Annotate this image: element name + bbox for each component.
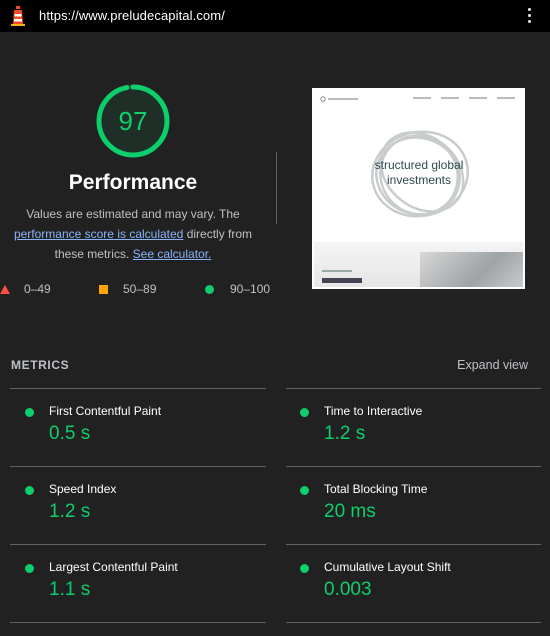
metric-value: 1.1 s: [49, 579, 91, 600]
site-headline-line-2: investments: [386, 173, 452, 187]
page-url[interactable]: https://www.preludecapital.com/: [39, 8, 225, 23]
pass-circle-icon: [25, 564, 34, 573]
site-headline: structured global investments: [354, 158, 484, 188]
metric-time-to-interactive: Time to Interactive 1.2 s: [300, 401, 540, 471]
divider: [286, 388, 541, 389]
performance-gauge: 97: [96, 84, 170, 158]
metric-value: 1.2 s: [49, 501, 91, 522]
legend-average: 50–89: [99, 282, 156, 296]
metric-cumulative-layout-shift: Cumulative Layout Shift 0.003: [300, 557, 540, 627]
site-logo-icon: [320, 96, 358, 102]
pass-circle-icon: [300, 564, 309, 573]
metric-total-blocking-time: Total Blocking Time 20 ms: [300, 479, 540, 549]
metrics-heading: METRICS: [11, 358, 70, 372]
site-caption: [322, 270, 352, 272]
pass-circle-icon: [25, 408, 34, 417]
divider: [10, 388, 266, 389]
metric-label: First Contentful Paint: [49, 404, 162, 418]
site-subheading: [322, 278, 362, 283]
site-photo: [420, 252, 523, 287]
metric-value: 1.2 s: [324, 423, 366, 444]
performance-score-link[interactable]: performance score is calculated: [14, 227, 183, 241]
legend-pass: 90–100: [205, 282, 270, 296]
top-bar: https://www.preludecapital.com/: [0, 0, 550, 32]
pass-circle-icon: [205, 284, 214, 294]
metric-value: 0.003: [324, 579, 372, 600]
pass-circle-icon: [25, 486, 34, 495]
legend-fail-range: 0–49: [24, 282, 51, 296]
category-title: Performance: [68, 171, 198, 194]
metric-label: Cumulative Layout Shift: [324, 560, 451, 574]
metric-speed-index: Speed Index 1.2 s: [25, 479, 265, 549]
score-description: Values are estimated and may vary. The p…: [4, 204, 262, 264]
metric-label: Speed Index: [49, 482, 117, 496]
metric-label: Largest Contentful Paint: [49, 560, 178, 574]
legend-average-range: 50–89: [123, 282, 157, 296]
expand-view-toggle[interactable]: Expand view: [457, 358, 528, 372]
kebab-menu-icon[interactable]: [526, 8, 532, 26]
metric-label: Time to Interactive: [324, 404, 423, 418]
vertical-divider: [276, 152, 277, 224]
description-text-1: Values are estimated and may vary. The: [26, 207, 240, 221]
lighthouse-icon: [11, 6, 25, 26]
metric-largest-contentful-paint: Largest Contentful Paint 1.1 s: [25, 557, 265, 627]
site-headline-line-1: structured global: [374, 158, 464, 172]
metric-value: 0.5 s: [49, 423, 91, 444]
final-screenshot[interactable]: structured global investments: [312, 88, 525, 289]
metric-first-contentful-paint: First Contentful Paint 0.5 s: [25, 401, 265, 471]
metric-value: 20 ms: [324, 501, 376, 522]
legend-fail: 0–49: [0, 282, 51, 296]
pass-circle-icon: [300, 408, 309, 417]
legend-pass-range: 90–100: [230, 282, 271, 296]
site-nav: [413, 97, 515, 99]
metric-label: Total Blocking Time: [324, 482, 428, 496]
average-square-icon: [99, 284, 108, 294]
see-calculator-link[interactable]: See calculator.: [133, 247, 212, 261]
pass-circle-icon: [300, 486, 309, 495]
fail-triangle-icon: [0, 284, 10, 294]
performance-score: 97: [118, 105, 148, 136]
